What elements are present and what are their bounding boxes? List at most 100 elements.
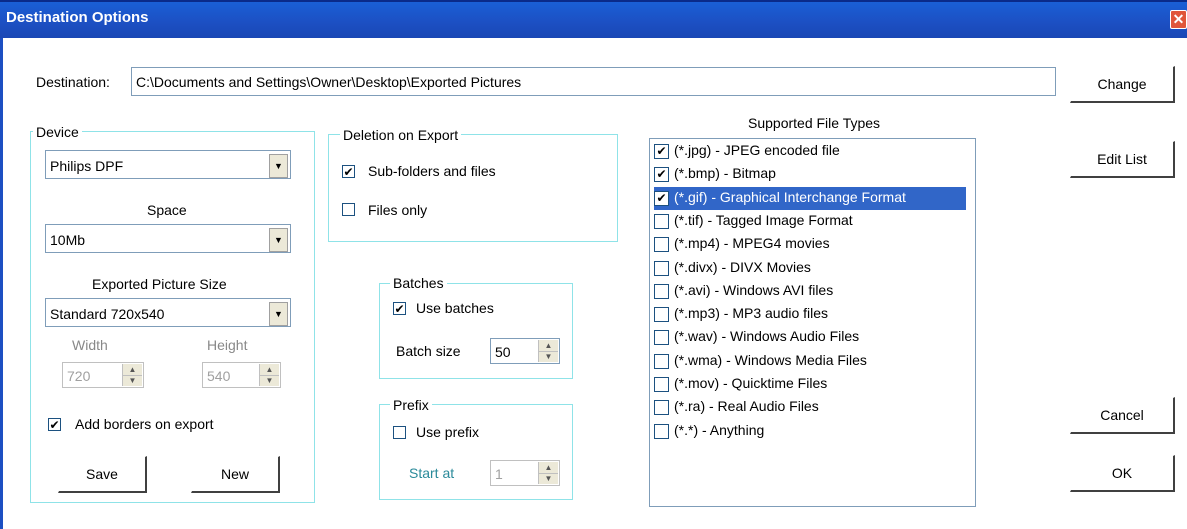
check-icon: ✔ <box>656 190 667 205</box>
batch-size-label: Batch size <box>396 343 461 359</box>
file-type-label: (*.tif) - Tagged Image Format <box>674 211 853 228</box>
batches-legend: Batches <box>390 275 447 291</box>
batch-size-stepper[interactable]: 50 ▲ ▼ <box>490 338 560 364</box>
chevron-down-icon[interactable]: ▼ <box>269 154 288 178</box>
title-bar[interactable] <box>0 0 1187 38</box>
spin-down-icon: ▼ <box>544 474 553 483</box>
deletion-legend: Deletion on Export <box>340 127 462 143</box>
file-type-checkbox[interactable] <box>654 237 669 253</box>
file-type-item[interactable]: ✔ (*.bmp) - Bitmap <box>654 163 966 186</box>
file-type-checkbox[interactable] <box>654 307 669 323</box>
file-type-label: (*.ra) - Real Audio Files <box>674 398 819 415</box>
file-type-label: (*.wav) - Windows Audio Files <box>674 328 860 345</box>
height-value: 540 <box>207 368 231 384</box>
close-button[interactable]: ✕ <box>1170 10 1187 29</box>
cancel-button[interactable]: Cancel <box>1070 397 1175 434</box>
destination-label: Destination: <box>36 74 110 90</box>
space-dropdown-value: 10Mb <box>50 232 86 248</box>
file-type-item[interactable]: (*.divx) - DIVX Movies <box>654 257 966 280</box>
file-type-checkbox[interactable]: ✔ <box>654 167 669 183</box>
file-type-checkbox[interactable] <box>654 353 669 369</box>
width-stepper: 720 ▲ ▼ <box>62 362 144 388</box>
file-type-label: (*.jpg) - JPEG encoded file <box>674 142 840 158</box>
check-icon: ✔ <box>343 165 354 179</box>
use-prefix-checkbox[interactable] <box>393 426 406 439</box>
save-button[interactable]: Save <box>58 456 147 493</box>
deletion-group <box>328 134 618 242</box>
file-type-checkbox[interactable] <box>654 400 669 416</box>
add-borders-checkbox[interactable]: ✔ <box>48 418 61 431</box>
window-title: Destination Options <box>6 9 149 26</box>
file-type-label: (*.bmp) - Bitmap <box>674 165 776 182</box>
width-value: 720 <box>67 368 91 384</box>
file-type-label: (*.mov) - Quicktime Files <box>674 375 828 391</box>
start-at-value: 1 <box>495 466 503 482</box>
picture-size-dropdown[interactable]: Standard 720x540 ▼ <box>45 298 291 327</box>
file-type-item[interactable]: ✔ (*.gif) - Graphical Interchange Format <box>654 186 966 210</box>
subfolders-label: Sub-folders and files <box>368 163 496 179</box>
subfolders-checkbox[interactable]: ✔ <box>342 165 355 178</box>
file-type-label: (*.*) - Anything <box>674 421 765 438</box>
picture-size-label: Exported Picture Size <box>92 276 227 292</box>
check-icon: ✔ <box>394 302 405 316</box>
use-batches-checkbox[interactable]: ✔ <box>393 302 406 315</box>
space-dropdown[interactable]: 10Mb ▼ <box>45 224 291 253</box>
prefix-legend: Prefix <box>390 397 432 413</box>
chevron-down-icon[interactable]: ▼ <box>269 228 288 252</box>
device-dropdown[interactable]: Philips DPF ▼ <box>45 150 291 179</box>
check-icon: ✔ <box>49 418 60 432</box>
file-types-header: Supported File Types <box>748 115 881 131</box>
file-type-item[interactable]: (*.wav) - Windows Audio Files <box>654 326 966 349</box>
file-type-checkbox[interactable] <box>654 213 669 229</box>
file-type-label: (*.gif) - Graphical Interchange Format <box>674 188 906 205</box>
ok-button[interactable]: OK <box>1070 455 1175 492</box>
file-type-checkbox[interactable] <box>654 423 669 439</box>
file-type-label: (*.wma) - Windows Media Files <box>674 351 867 368</box>
use-prefix-label: Use prefix <box>416 424 480 440</box>
height-stepper: 540 ▲ ▼ <box>202 362 281 388</box>
file-type-label: (*.avi) - Windows AVI files <box>674 281 834 298</box>
files-only-label: Files only <box>368 202 428 218</box>
edit-list-button[interactable]: Edit List <box>1070 141 1175 178</box>
change-button[interactable]: Change <box>1070 66 1175 103</box>
file-type-checkbox[interactable] <box>654 283 669 299</box>
check-icon: ✔ <box>656 167 667 182</box>
file-type-checkbox[interactable] <box>654 330 669 346</box>
file-type-item[interactable]: (*.mp3) - MP3 audio files <box>654 303 966 326</box>
height-label: Height <box>207 337 248 353</box>
file-types-list[interactable]: ✔ (*.jpg) - JPEG encoded file ✔ (*.bmp) - B… <box>649 138 976 507</box>
file-type-label: (*.mp4) - MPEG4 movies <box>674 235 830 252</box>
file-type-item[interactable]: (*.ra) - Real Audio Files <box>654 396 966 419</box>
file-type-checkbox[interactable]: ✔ <box>654 144 669 159</box>
device-dropdown-value: Philips DPF <box>50 158 124 174</box>
file-type-checkbox[interactable]: ✔ <box>654 190 669 206</box>
file-type-item[interactable]: (*.*) - Anything <box>654 420 966 443</box>
picture-size-dropdown-value: Standard 720x540 <box>50 306 165 322</box>
file-type-label: (*.mp3) - MP3 audio files <box>674 305 829 322</box>
new-button[interactable]: New <box>191 456 280 493</box>
file-type-item[interactable]: (*.avi) - Windows AVI files <box>654 280 966 303</box>
device-legend: Device <box>33 124 82 140</box>
check-icon: ✔ <box>656 144 667 158</box>
width-label: Width <box>72 337 108 353</box>
batch-size-value: 50 <box>495 344 511 360</box>
file-type-item[interactable]: (*.tif) - Tagged Image Format <box>654 210 966 233</box>
files-only-checkbox[interactable] <box>342 203 355 216</box>
start-at-label: Start at <box>409 465 455 481</box>
file-type-item[interactable]: (*.mp4) - MPEG4 movies <box>654 233 966 256</box>
file-type-item[interactable]: (*.wma) - Windows Media Files <box>654 350 966 373</box>
space-label: Space <box>147 202 187 218</box>
file-type-item[interactable]: (*.mov) - Quicktime Files <box>654 373 966 396</box>
batches-group <box>379 283 573 379</box>
add-borders-label: Add borders on export <box>75 416 214 432</box>
start-at-stepper: 1 ▲ ▼ <box>490 460 560 486</box>
file-type-checkbox[interactable] <box>654 260 669 276</box>
spin-down-icon[interactable]: ▼ <box>539 351 558 362</box>
spin-down-icon: ▼ <box>128 376 137 385</box>
file-type-checkbox[interactable] <box>654 377 669 392</box>
file-type-item[interactable]: ✔ (*.jpg) - JPEG encoded file <box>654 140 966 163</box>
chevron-down-icon[interactable]: ▼ <box>269 302 288 326</box>
use-batches-label: Use batches <box>416 300 494 316</box>
spin-down-icon: ▼ <box>265 376 274 385</box>
destination-path-input[interactable]: C:\Documents and Settings\Owner\Desktop\… <box>131 67 1056 96</box>
